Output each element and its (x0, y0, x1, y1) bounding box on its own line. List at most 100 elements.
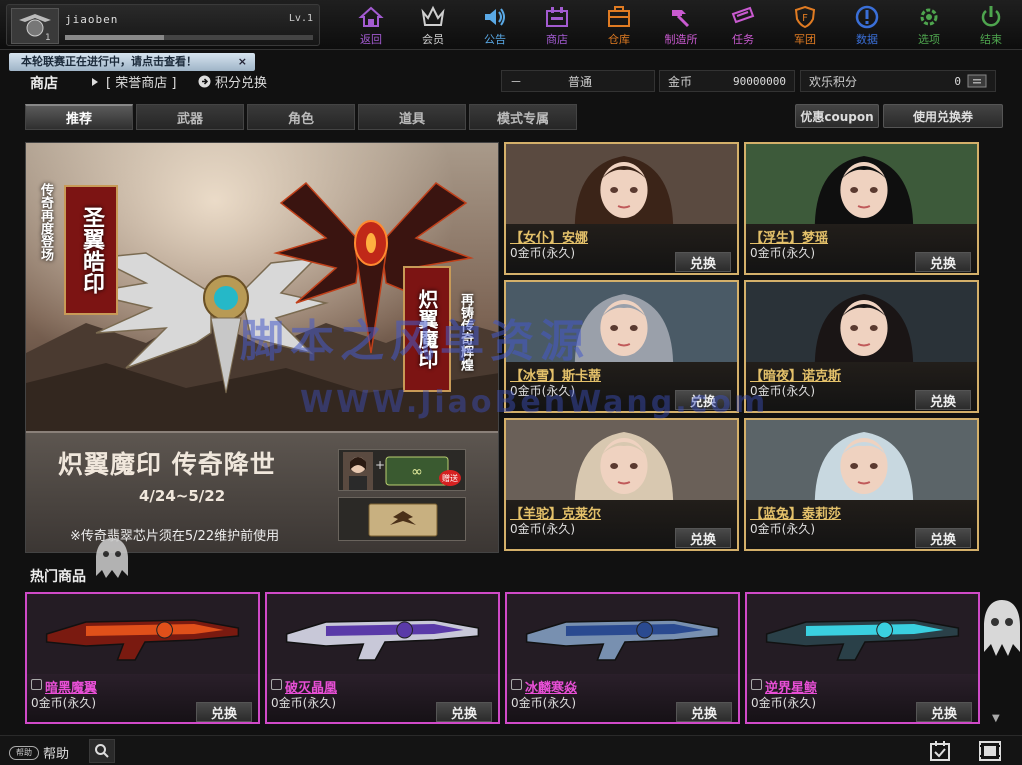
tab-4[interactable]: 模式专属 (469, 104, 577, 130)
nav-label: 军团 (794, 33, 816, 46)
exchange-button[interactable]: 兑换 (915, 252, 971, 272)
power-icon (981, 6, 1001, 27)
hot-item-card[interactable]: 暗黑魔翼 0金币(永久) 兑换 (25, 592, 260, 724)
exchange-button[interactable]: 兑换 (916, 702, 972, 722)
tab-3[interactable]: 道具 (358, 104, 466, 130)
tab-2[interactable]: 角色 (247, 104, 355, 130)
exchange-button[interactable]: 兑换 (676, 702, 732, 722)
notice-text: 本轮联赛正在进行中，请点击查看！ (21, 55, 197, 68)
banner-title-2: 炽翼魔印 (403, 266, 451, 392)
shield-icon: F (794, 5, 816, 29)
points-exchange-label: 积分兑换 (215, 76, 268, 91)
honor-shop-link[interactable]: [ 荣誉商店 ] (90, 72, 176, 91)
league-notice[interactable]: 本轮联赛正在进行中，请点击查看！ × (9, 53, 255, 71)
rank-number: 1 (45, 33, 51, 43)
bottom-bar: 帮助 帮助 (0, 735, 1022, 765)
card-info: 【女仆】安娜 0金币(永久) 兑换 (506, 224, 737, 273)
hot-item-card[interactable]: 冰麟寒焱 0金币(永久) 兑换 (505, 592, 740, 724)
exchange-button[interactable]: 兑换 (196, 702, 252, 722)
item-type-icon (511, 679, 522, 690)
character-portrait (506, 282, 737, 362)
card-info: 冰麟寒焱 0金币(永久) 兑换 (507, 674, 738, 722)
card-info: 【浮生】梦瑶 0金币(永久) 兑换 (746, 224, 977, 273)
crown-icon (421, 5, 445, 26)
exchange-button[interactable]: 兑换 (675, 528, 731, 548)
character-portrait (506, 144, 737, 224)
arrow-circle-icon (198, 75, 211, 88)
help-badge: 帮助 (9, 745, 39, 760)
character-card[interactable]: 【女仆】安娜 0金币(永久) 兑换 (504, 142, 739, 275)
speaker-icon (485, 8, 505, 26)
banner-title-1: 圣翼皓印 (64, 185, 118, 315)
nav-item-info[interactable]: 数据 (836, 2, 898, 48)
weapon-image (747, 594, 978, 674)
character-portrait (746, 420, 977, 500)
use-voucher-button[interactable]: 使用兑换券 (883, 104, 1003, 128)
nav-item-home[interactable]: 返回 (340, 2, 402, 48)
wallet-icon[interactable] (967, 74, 987, 88)
gold-value: 90000000 (733, 74, 786, 88)
refresh-icon (92, 77, 98, 86)
card-info: 逆界星鲸 0金币(永久) 兑换 (747, 674, 978, 722)
nav-item-power[interactable]: 结束 (960, 2, 1022, 48)
fun-points-value: 0 (954, 74, 961, 88)
nav-item-speaker[interactable]: 公告 (464, 2, 526, 48)
weapon-price: 0金币(永久) (271, 696, 336, 710)
nav-label: 返回 (360, 33, 382, 46)
mode-value: 普通 (568, 74, 593, 89)
emblem-card-icon (368, 503, 438, 537)
nav-item-shield[interactable]: F 军团 (774, 2, 836, 48)
nav-item-crown[interactable]: 会员 (402, 2, 464, 48)
top-bar: 1 jiaoben Lv.1 返回 会员 公告 商店 仓库 制造所 任务 F 军团 数据 选项 结束 (0, 0, 1022, 50)
nav-item-ticket[interactable]: 任务 (712, 2, 774, 48)
character-card[interactable]: 【蓝兔】泰莉莎 0金币(永久) 兑换 (744, 418, 979, 551)
nav-label: 数据 (856, 33, 878, 46)
character-portrait (746, 282, 977, 362)
hot-item-card[interactable]: 逆界星鲸 0金币(永久) 兑换 (745, 592, 980, 724)
tab-1[interactable]: 武器 (136, 104, 244, 130)
nav-item-gear[interactable]: 选项 (898, 2, 960, 48)
character-card[interactable]: 【浮生】梦瑶 0金币(永久) 兑换 (744, 142, 979, 275)
character-card[interactable]: 【暗夜】诺克斯 0金币(永久) 兑换 (744, 280, 979, 413)
character-price: 0金币(永久) (750, 384, 815, 398)
bundle-item-character-chip[interactable]: + ∞ 赠送 (338, 449, 466, 491)
nav-item-hammer[interactable]: 制造所 (650, 2, 712, 48)
player-profile[interactable]: 1 jiaoben Lv.1 (6, 4, 320, 46)
nav-item-box[interactable]: 仓库 (588, 2, 650, 48)
film-icon[interactable] (978, 740, 1002, 762)
shop-icon (546, 7, 568, 27)
promo-banner[interactable]: 传奇再度登场 圣翼皓印 炽翼魔印 再铸传奇辉煌 炽翼魔印 传奇降世 4/24~5… (25, 142, 499, 553)
mode-selector[interactable]: － 普通 (501, 70, 655, 92)
help-label: 帮助 (43, 747, 70, 762)
nav-label: 会员 (422, 33, 444, 46)
character-price: 0金币(永久) (510, 384, 575, 398)
main-nav: 返回 会员 公告 商店 仓库 制造所 任务 F 军团 数据 选项 结束 (340, 2, 1022, 48)
exchange-button[interactable]: 兑换 (915, 528, 971, 548)
plus-sign: + (375, 458, 386, 472)
card-info: 【冰雪】斯卡蒂 0金币(永久) 兑换 (506, 362, 737, 411)
character-card[interactable]: 【冰雪】斯卡蒂 0金币(永久) 兑换 (504, 280, 739, 413)
coupon-button[interactable]: 优惠coupon (795, 104, 879, 128)
hot-item-card[interactable]: 破灭晶凰 0金币(永久) 兑换 (265, 592, 500, 724)
tab-0[interactable]: 推荐 (25, 104, 133, 130)
box-icon (608, 6, 630, 27)
nav-label: 结束 (980, 33, 1002, 46)
search-icon (95, 744, 109, 758)
exchange-button[interactable]: 兑换 (436, 702, 492, 722)
hammer-icon (672, 10, 690, 28)
home-icon (358, 6, 384, 27)
item-type-icon (751, 679, 762, 690)
scroll-down-icon[interactable]: ▼ (992, 713, 1000, 724)
exchange-button[interactable]: 兑换 (675, 252, 731, 272)
player-level: Lv.1 (288, 13, 313, 24)
calendar-check-icon[interactable] (929, 740, 951, 762)
points-exchange-link[interactable]: 积分兑换 (198, 72, 267, 91)
exchange-button[interactable]: 兑换 (915, 390, 971, 410)
notice-close-button[interactable]: × (238, 53, 247, 71)
character-card[interactable]: 【羊驼】克莱尔 0金币(永久) 兑换 (504, 418, 739, 551)
bundle-item-emblem-card[interactable] (338, 497, 466, 541)
nav-item-shop[interactable]: 商店 (526, 2, 588, 48)
search-button[interactable] (89, 739, 115, 763)
help-button[interactable]: 帮助 帮助 (9, 743, 69, 762)
exchange-button[interactable]: 兑换 (675, 390, 731, 410)
